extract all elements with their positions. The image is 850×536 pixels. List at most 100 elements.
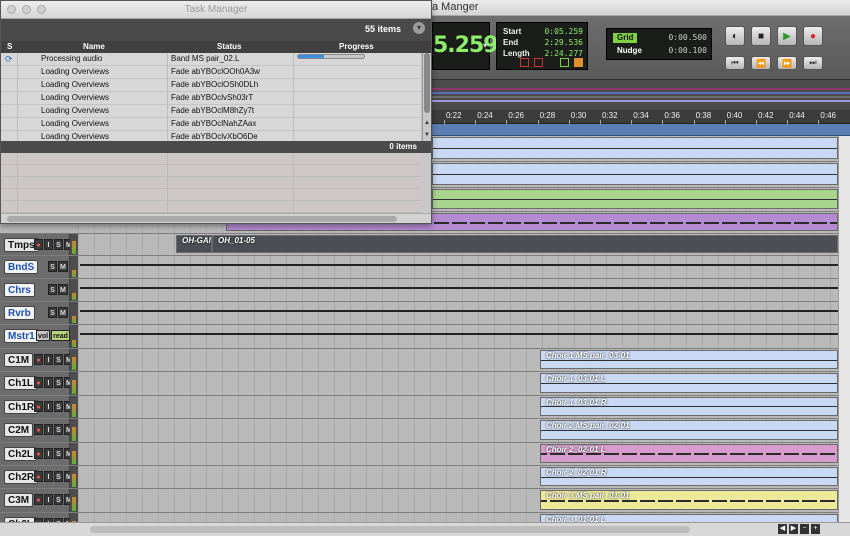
- track-lane[interactable]: Choir 1_03-01 R: [78, 395, 838, 419]
- task-row[interactable]: ⟳ Processing audio Band MS pair_02.L: [1, 53, 421, 66]
- selection-length-value[interactable]: 2:24.277: [544, 49, 583, 58]
- task-row[interactable]: Loading Overviews Fade abYBOclOSh0DLh: [1, 79, 421, 92]
- selection-length[interactable]: Length 2:24.277: [501, 49, 585, 60]
- automation-mode-button[interactable]: read: [51, 330, 70, 341]
- column-name[interactable]: Name: [83, 41, 105, 53]
- volume-automation-line[interactable]: [80, 333, 838, 335]
- selection-end-value[interactable]: 2:29.536: [544, 38, 583, 47]
- record-enable-button[interactable]: ●: [34, 377, 43, 389]
- grid-row[interactable]: Grid 0:00.500: [611, 33, 709, 45]
- track-name[interactable]: BndS: [4, 260, 39, 274]
- record-enable-button[interactable]: ●: [34, 424, 43, 436]
- solo-button[interactable]: S: [54, 424, 63, 436]
- task-row[interactable]: Loading Overviews Fade abYBOclM8hZy7t: [1, 105, 421, 118]
- track-name[interactable]: C1M: [4, 353, 34, 367]
- nudge-value[interactable]: 0:00.100: [668, 46, 707, 55]
- task-row[interactable]: Loading Overviews Fade abYBOclOOh0A3w: [1, 66, 421, 79]
- scroll-left-icon[interactable]: ◀: [778, 524, 787, 534]
- rewind-icon[interactable]: ⏪: [751, 56, 771, 70]
- track-name[interactable]: Ch2L: [4, 446, 37, 461]
- track-name[interactable]: Chrs: [4, 283, 35, 297]
- scroll-thumb[interactable]: [424, 53, 430, 113]
- audio-clip[interactable]: Choir 3 MS pair_01-01: [540, 490, 838, 510]
- solo-button[interactable]: S: [54, 471, 63, 482]
- stop-icon[interactable]: ■: [751, 26, 771, 46]
- counter-dropdown-icon[interactable]: ▾: [483, 41, 487, 50]
- solo-button[interactable]: S: [54, 494, 63, 506]
- audio-clip[interactable]: OH-GAIN: [176, 235, 212, 253]
- volume-automation-line[interactable]: [80, 310, 838, 312]
- record-enable-button[interactable]: ●: [34, 239, 43, 250]
- track-lane[interactable]: [78, 279, 838, 301]
- track-lane[interactable]: Choir 1_03-01 L: [78, 372, 838, 395]
- record-enable-button[interactable]: ●: [34, 447, 43, 459]
- track-lane[interactable]: [78, 325, 838, 348]
- zoom-out-icon[interactable]: −: [800, 524, 809, 534]
- link-icon[interactable]: [560, 58, 569, 67]
- scroll-up-icon[interactable]: ▲: [423, 119, 431, 127]
- task-row[interactable]: Loading Overviews Fade abYBOclvSh03rT: [1, 92, 421, 105]
- midi-merge-icon[interactable]: [574, 58, 583, 67]
- solo-button[interactable]: S: [48, 284, 57, 295]
- track-lane[interactable]: [78, 256, 838, 278]
- audio-clip[interactable]: OH_01-05: [212, 235, 838, 253]
- horizontal-scrollbar[interactable]: [7, 216, 397, 222]
- volume-automation-line[interactable]: [80, 287, 838, 289]
- scroll-down-icon[interactable]: ▼: [423, 131, 431, 139]
- record-enable-button[interactable]: ●: [34, 494, 43, 506]
- zoom-in-icon[interactable]: +: [811, 524, 820, 534]
- selection-start[interactable]: Start 0:05.259: [501, 27, 585, 38]
- pre-roll-icon[interactable]: [520, 58, 529, 67]
- track-lane[interactable]: Choir 1 MS pair_03-01: [78, 349, 838, 372]
- nudge-row[interactable]: Nudge 0:00.100: [611, 46, 709, 58]
- grid-value[interactable]: 0:00.500: [668, 33, 707, 42]
- mute-button[interactable]: M: [58, 284, 68, 295]
- mute-button[interactable]: M: [58, 261, 68, 272]
- mute-button[interactable]: M: [58, 307, 68, 318]
- automation-view-button[interactable]: vol: [36, 330, 51, 341]
- solo-button[interactable]: S: [54, 400, 63, 412]
- audio-clip[interactable]: Choir 2_02-01 L: [540, 443, 838, 463]
- track-lane[interactable]: Choir 2 MS pair_02-01: [78, 419, 838, 442]
- track-name[interactable]: Rvrb: [4, 306, 35, 320]
- record-enable-button[interactable]: ●: [34, 400, 43, 412]
- audio-clip[interactable]: Choir 1 MS pair_03-01: [540, 350, 838, 370]
- volume-automation-line[interactable]: [80, 264, 838, 266]
- input-monitor-button[interactable]: I: [44, 239, 53, 250]
- minimize-icon[interactable]: [22, 5, 31, 14]
- input-monitor-button[interactable]: I: [44, 400, 53, 412]
- play-icon[interactable]: ▶: [777, 26, 797, 46]
- post-roll-icon[interactable]: [534, 58, 543, 67]
- audio-clip[interactable]: Choir 1_03-01 R: [540, 396, 838, 417]
- track-name[interactable]: Ch2R: [4, 470, 39, 484]
- universe-overview[interactable]: [432, 80, 850, 110]
- track-name[interactable]: Ch1L: [4, 376, 37, 391]
- audio-clip[interactable]: [432, 163, 838, 185]
- track-name[interactable]: C2M: [4, 423, 34, 438]
- timeline-ruler[interactable]: 0:22 0:24 0:26 0:28 0:30 0:32 0:34 0:36 0:38 0:40…: [432, 110, 850, 124]
- record-enable-button[interactable]: ●: [34, 354, 43, 365]
- audio-clip[interactable]: [432, 137, 838, 159]
- scroll-right-icon[interactable]: ▶: [789, 524, 798, 534]
- record-enable-button[interactable]: ●: [34, 471, 43, 482]
- selection-end[interactable]: End 2:29.536: [501, 38, 585, 49]
- column-s[interactable]: S: [7, 41, 12, 53]
- input-monitor-button[interactable]: I: [44, 494, 53, 506]
- input-monitor-button[interactable]: I: [44, 424, 53, 436]
- track-name[interactable]: Mstr1: [4, 329, 39, 343]
- close-icon[interactable]: [7, 5, 16, 14]
- track-lane[interactable]: Choir 2_02-01 R: [78, 466, 838, 489]
- audio-clip[interactable]: Choir 1_03-01 L: [540, 373, 838, 393]
- solo-button[interactable]: S: [54, 377, 63, 389]
- online-icon[interactable]: ◐: [725, 26, 745, 46]
- audio-clip[interactable]: Choir 2 MS pair_02-01: [540, 420, 838, 440]
- horizontal-scrollbar[interactable]: [90, 526, 690, 533]
- audio-clip[interactable]: [432, 189, 838, 209]
- column-progress[interactable]: Progress: [339, 41, 374, 53]
- collapse-icon[interactable]: ▾: [413, 22, 425, 34]
- column-status[interactable]: Status: [217, 41, 241, 53]
- return-to-zero-icon[interactable]: ⏮: [725, 56, 745, 70]
- task-row[interactable]: Loading Overviews Fade abYBOclNahZAax: [1, 118, 421, 131]
- input-monitor-button[interactable]: I: [44, 471, 53, 482]
- go-to-end-icon[interactable]: ⏭: [803, 56, 823, 70]
